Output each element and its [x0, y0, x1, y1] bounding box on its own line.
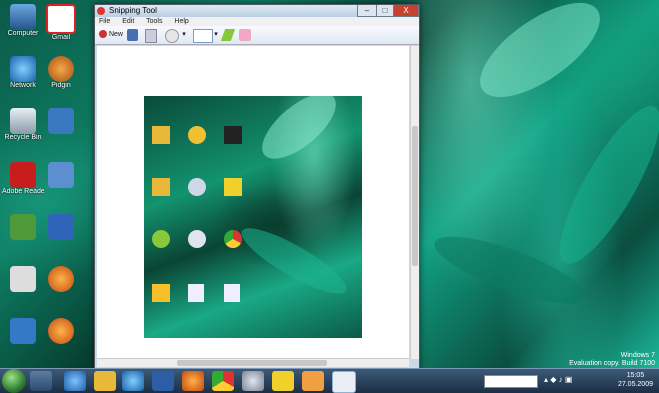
- chevron-down-icon[interactable]: ▾: [181, 29, 187, 41]
- horizontal-scrollbar[interactable]: [97, 358, 409, 367]
- app-icon: [10, 318, 36, 344]
- snipping-tool-taskbar-icon[interactable]: [332, 371, 356, 393]
- app-icon: [10, 214, 36, 240]
- clock[interactable]: 15:05 27.05.2009: [618, 371, 653, 389]
- desktop-icon-adobe-reader[interactable]: Adobe Reader: [2, 162, 44, 210]
- chrome-icon: [224, 230, 242, 248]
- internet-explorer-icon[interactable]: [122, 371, 144, 391]
- scroll-thumb[interactable]: [177, 360, 327, 366]
- windows-watermark: Windows 7 Evaluation copy. Build 7100: [569, 352, 655, 367]
- firefox-icon: [48, 266, 74, 292]
- desktop-icon[interactable]: [40, 318, 82, 366]
- app-icon: [188, 126, 206, 144]
- taskbar-app-icon[interactable]: [272, 371, 294, 391]
- minimize-button[interactable]: –: [357, 5, 377, 17]
- document-icon: [10, 266, 36, 292]
- desktop-icon[interactable]: [2, 318, 44, 366]
- desktop-icon-gmail[interactable]: Gmail: [40, 4, 82, 52]
- taskbar-app-icon[interactable]: [64, 371, 86, 391]
- desktop-icon[interactable]: [2, 214, 44, 262]
- adobe-reader-icon: [10, 162, 36, 188]
- desktop-icon-computer[interactable]: Computer: [2, 4, 44, 52]
- captured-snip-image: [144, 96, 362, 338]
- taskbar-app-icon[interactable]: [152, 371, 174, 391]
- start-button[interactable]: [2, 369, 26, 393]
- photo-icon: [48, 108, 74, 134]
- folder-icon: [152, 178, 170, 196]
- explorer-icon[interactable]: [94, 371, 116, 391]
- gmail-icon: [46, 4, 76, 34]
- desktop-icon[interactable]: [40, 266, 82, 314]
- pen-icon[interactable]: [193, 29, 213, 43]
- wallpaper-leaf: [234, 218, 354, 304]
- system-tray[interactable]: ▴ ◆ ♪ ▣: [544, 375, 604, 387]
- send-snip-icon[interactable]: [165, 29, 179, 43]
- taskbar: ▴ ◆ ♪ ▣ 15:05 27.05.2009: [0, 368, 659, 393]
- thunderbird-icon: [48, 318, 74, 344]
- copy-icon[interactable]: [145, 29, 157, 43]
- app-icon: [152, 230, 170, 248]
- wallpaper-leaf: [465, 0, 615, 115]
- disc-icon: [188, 230, 206, 248]
- menu-file[interactable]: File: [99, 18, 110, 25]
- document-icon: [224, 284, 240, 302]
- wallpaper-leaf: [251, 96, 347, 171]
- desktop-icon-network[interactable]: Network: [2, 56, 44, 104]
- desktop-icon[interactable]: [40, 214, 82, 262]
- desktop-icon-pidgin[interactable]: Pidgin: [40, 56, 82, 104]
- network-icon: [10, 56, 36, 82]
- taskbar-app-icon[interactable]: [242, 371, 264, 391]
- media-player-icon[interactable]: [302, 371, 324, 391]
- vertical-scrollbar[interactable]: [410, 46, 419, 359]
- app-icon: [48, 214, 74, 240]
- desktop-icon[interactable]: [40, 162, 82, 210]
- scissors-icon: [99, 30, 107, 39]
- app-icon: [224, 178, 242, 196]
- app-icon: [152, 284, 170, 302]
- snipping-tool-window: Snipping Tool – □ X File Edit Tools Help…: [94, 4, 420, 370]
- wallpaper-leaf: [543, 94, 659, 276]
- recycle-bin-icon: [10, 108, 36, 134]
- computer-icon: [10, 4, 36, 30]
- menu-help[interactable]: Help: [174, 18, 188, 25]
- pidgin-icon: [48, 56, 74, 82]
- snip-canvas: [97, 46, 409, 359]
- toolbar: New ▾ ▾: [95, 26, 419, 45]
- taskbar-app-icon[interactable]: [30, 371, 52, 391]
- title-bar[interactable]: Snipping Tool – □ X: [95, 5, 419, 17]
- firefox-icon[interactable]: [182, 371, 204, 391]
- scroll-thumb[interactable]: [412, 126, 418, 266]
- desktop-icon[interactable]: [2, 266, 44, 314]
- menu-bar: File Edit Tools Help: [95, 17, 419, 26]
- app-icon: [48, 162, 74, 188]
- window-title: Snipping Tool: [109, 6, 157, 15]
- desktop-icon-recycle-bin[interactable]: Recycle Bin: [2, 108, 44, 156]
- app-icon: [224, 126, 242, 144]
- menu-tools[interactable]: Tools: [146, 18, 162, 25]
- maximize-button[interactable]: □: [376, 5, 394, 17]
- save-icon[interactable]: [127, 29, 138, 41]
- document-icon: [188, 284, 204, 302]
- snipping-tool-icon: [97, 7, 105, 15]
- close-button[interactable]: X: [393, 5, 419, 17]
- chevron-down-icon[interactable]: ▾: [213, 29, 219, 41]
- new-snip-button[interactable]: New: [99, 29, 123, 41]
- highlighter-icon[interactable]: [220, 29, 236, 41]
- folder-icon: [152, 126, 170, 144]
- disc-icon: [188, 178, 206, 196]
- menu-edit[interactable]: Edit: [122, 18, 134, 25]
- eraser-icon[interactable]: [239, 29, 251, 41]
- search-input[interactable]: [484, 375, 538, 388]
- chrome-icon[interactable]: [212, 371, 234, 391]
- desktop-icon[interactable]: [40, 108, 82, 156]
